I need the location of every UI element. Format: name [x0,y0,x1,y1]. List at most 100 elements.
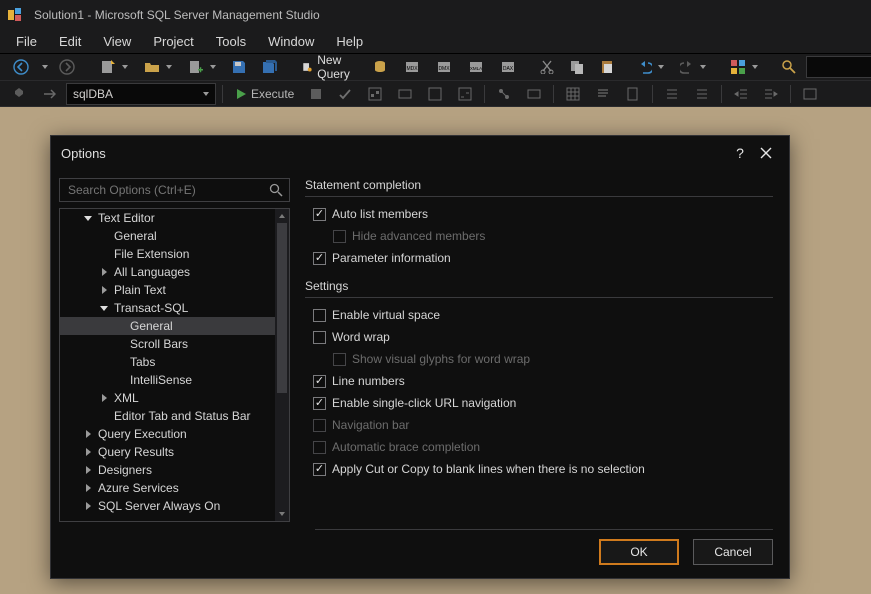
option-word-wrap[interactable]: Word wrap [305,326,773,348]
live-stats-button[interactable] [491,85,517,103]
menu-edit[interactable]: Edit [49,32,91,51]
checkbox[interactable] [313,463,326,476]
save-all-button[interactable] [256,57,284,77]
expander-closed-icon[interactable] [82,466,94,474]
mdx-query-button[interactable]: MDX [398,57,426,77]
expander-open-icon[interactable] [98,306,110,311]
option-enable-single-click-url-navigation[interactable]: Enable single-click URL navigation [305,392,773,414]
expander-closed-icon[interactable] [82,448,94,456]
menu-tools[interactable]: Tools [206,32,256,51]
tree-node-transact-sql[interactable]: Transact-SQL [60,299,275,317]
tree-node-azure-services[interactable]: Azure Services [60,479,275,497]
paste-button[interactable] [594,58,620,76]
tree-node-file-extension[interactable]: File Extension [60,245,275,263]
open-button[interactable] [138,57,178,77]
help-button[interactable]: ? [727,140,753,166]
tree-node-query-execution[interactable]: Query Execution [60,425,275,443]
find-button[interactable] [776,58,802,76]
tree-node-plain-text[interactable]: Plain Text [60,281,275,299]
tree-node-all-languages[interactable]: All Languages [60,263,275,281]
option-apply-cut-or-copy-to-blank-lines-when-there-is-no-selection[interactable]: Apply Cut or Copy to blank lines when th… [305,458,773,480]
menu-help[interactable]: Help [326,32,373,51]
options-search[interactable] [59,178,290,202]
outdent-button[interactable] [728,85,754,103]
cancel-button[interactable]: Cancel [693,539,773,565]
nav-back-button[interactable] [6,56,36,78]
add-file-button[interactable] [182,57,222,77]
dropdown-caret-icon[interactable] [42,65,48,69]
dmx-query-button[interactable]: DMX [430,57,458,77]
checkbox[interactable] [313,331,326,344]
results-file-button[interactable] [620,85,646,103]
specify-values-button[interactable] [797,85,823,103]
execute-button[interactable]: Execute [229,85,300,103]
checkbox[interactable] [313,375,326,388]
tree-scrollbar[interactable] [275,209,289,521]
expander-open-icon[interactable] [82,216,94,221]
option-parameter-information[interactable]: Parameter information [305,247,773,269]
menu-file[interactable]: File [6,32,47,51]
menu-window[interactable]: Window [258,32,324,51]
undo-button[interactable] [632,58,670,76]
cut-button[interactable] [534,58,560,76]
indent-button[interactable] [758,85,784,103]
ok-button[interactable]: OK [599,539,679,565]
close-button[interactable] [753,140,779,166]
checkbox[interactable] [313,252,326,265]
checkbox[interactable] [313,208,326,221]
tree-node-designers[interactable]: Designers [60,461,275,479]
scroll-up-icon[interactable] [275,209,289,223]
dax-query-button[interactable]: DAX [494,57,522,77]
expander-closed-icon[interactable] [98,286,110,294]
checkbox[interactable] [313,397,326,410]
query-options-button[interactable] [392,85,418,103]
checkbox[interactable] [313,309,326,322]
tree-node-tabs[interactable]: Tabs [60,353,275,371]
expander-closed-icon[interactable] [82,484,94,492]
comment-button[interactable] [659,85,685,103]
redo-button[interactable] [674,58,712,76]
stop-button[interactable] [304,86,328,102]
tree-node-general[interactable]: General [60,227,275,245]
new-query-button[interactable]: New Query [296,53,362,81]
scroll-down-icon[interactable] [275,507,289,521]
menu-view[interactable]: View [93,32,141,51]
save-button[interactable] [226,58,252,76]
tree-node-general[interactable]: General [60,317,275,335]
copy-button[interactable] [564,58,590,76]
tree-node-intellisense[interactable]: IntelliSense [60,371,275,389]
option-auto-list-members[interactable]: Auto list members [305,203,773,225]
nav-fwd-button[interactable] [52,56,82,78]
expander-closed-icon[interactable] [82,502,94,510]
expander-closed-icon[interactable] [98,268,110,276]
db-engine-query-button[interactable] [366,57,394,77]
scroll-thumb[interactable] [277,223,287,393]
tree-node-sql-server-always-on[interactable]: SQL Server Always On [60,497,275,515]
expander-closed-icon[interactable] [98,394,110,402]
actual-plan-button[interactable] [452,85,478,103]
client-stats-button[interactable] [521,85,547,103]
options-search-input[interactable] [66,182,265,198]
debug-target-button[interactable] [6,85,32,103]
tree-node-xml[interactable]: XML [60,389,275,407]
option-enable-virtual-space[interactable]: Enable virtual space [305,304,773,326]
tree-node-query-results[interactable]: Query Results [60,443,275,461]
results-grid-button[interactable] [560,85,586,103]
results-text-button[interactable] [590,85,616,103]
parse-button[interactable] [332,85,358,103]
xmla-query-button[interactable]: XMLA [462,57,490,77]
tree-node-scroll-bars[interactable]: Scroll Bars [60,335,275,353]
tree-node-text-editor[interactable]: Text Editor [60,209,275,227]
expander-closed-icon[interactable] [82,430,94,438]
tree-node-editor-tab-and-status-bar[interactable]: Editor Tab and Status Bar [60,407,275,425]
intellisense-toggle-button[interactable] [422,85,448,103]
menu-project[interactable]: Project [143,32,203,51]
database-combo[interactable]: sqlDBA [66,83,216,105]
change-connection-button[interactable] [36,85,62,103]
new-item-button[interactable] [94,57,134,77]
uncomment-button[interactable] [689,85,715,103]
app-dashboard-button[interactable] [724,57,764,77]
option-line-numbers[interactable]: Line numbers [305,370,773,392]
quick-launch-combo[interactable] [806,56,871,78]
estimated-plan-button[interactable] [362,85,388,103]
